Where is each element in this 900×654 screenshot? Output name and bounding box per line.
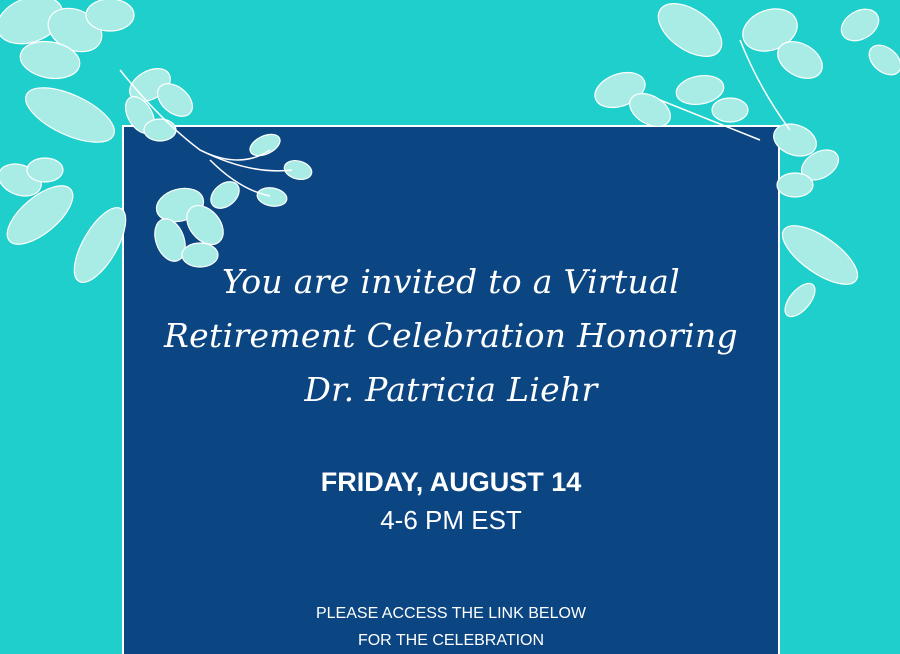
invitation-headline: You are invited to a Virtual Retirement … — [122, 255, 780, 417]
access-note-line: PLEASE ACCESS THE LINK BELOW — [315, 605, 587, 622]
flower-icon — [594, 71, 749, 127]
invitation-background: You are invited to a Virtual Retirement … — [0, 0, 900, 654]
flower-icon — [0, 157, 64, 197]
access-note: PLEASE ACCESS THE LINK BELOW FOR THE CEL… — [122, 600, 780, 654]
flower-icon — [657, 3, 900, 79]
event-time: 4-6 PM EST — [380, 505, 522, 535]
leaf-icon — [6, 87, 127, 283]
honoree-name: Dr. Patricia Liehr — [304, 370, 598, 409]
event-date: FRIDAY, AUGUST 14 — [320, 467, 582, 497]
flower-icon — [0, 0, 135, 80]
access-note-line: FOR THE CELEBRATION — [357, 632, 545, 649]
flower-icon — [773, 123, 840, 198]
headline-line: Retirement Celebration Honoring — [164, 316, 738, 355]
leaf-icon — [781, 225, 859, 318]
headline-line: You are invited to a Virtual — [222, 262, 680, 301]
